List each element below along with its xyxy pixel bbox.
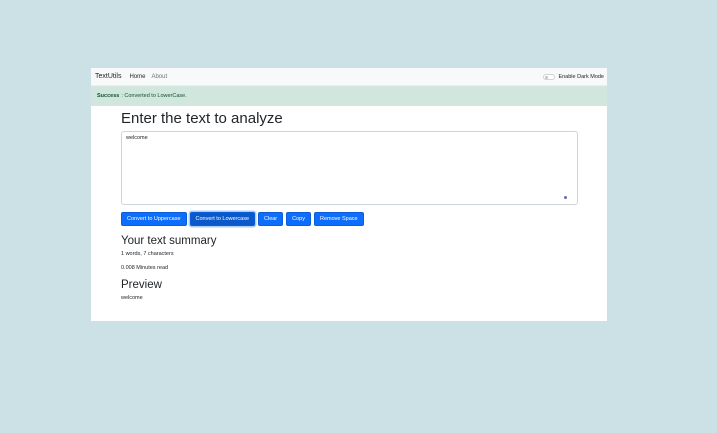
convert-uppercase-button[interactable]: Convert to Uppercase bbox=[121, 212, 187, 226]
read-time: 0.008 Minutes read bbox=[121, 265, 169, 271]
clear-button[interactable]: Clear bbox=[258, 212, 284, 226]
dark-mode-switch[interactable]: Enable Dark Mode bbox=[543, 68, 604, 86]
copy-button[interactable]: Copy bbox=[286, 212, 311, 226]
success-alert: Success : Converted to LowerCase. bbox=[91, 86, 607, 106]
app-window: TextUtils Home About Enable Dark Mode Su… bbox=[91, 68, 607, 321]
dark-mode-toggle[interactable] bbox=[543, 74, 556, 80]
action-buttons: Convert to Uppercase Convert to Lowercas… bbox=[121, 212, 578, 226]
brand-link[interactable]: TextUtils bbox=[95, 73, 121, 80]
main-container: Enter the text to analyze welcome Conver… bbox=[121, 110, 578, 301]
preview-text: welcome bbox=[121, 295, 143, 301]
summary-heading: Your text summary bbox=[121, 235, 217, 247]
toggle-knob bbox=[545, 76, 549, 79]
remove-space-button[interactable]: Remove Space bbox=[314, 212, 364, 226]
preview-heading: Preview bbox=[121, 279, 162, 291]
text-input[interactable]: welcome bbox=[121, 131, 578, 205]
nav-about-link[interactable]: About bbox=[151, 74, 167, 80]
dark-mode-label: Enable Dark Mode bbox=[558, 74, 604, 80]
page-title: Enter the text to analyze bbox=[121, 110, 283, 127]
grammar-extension-icon[interactable] bbox=[564, 196, 567, 199]
word-char-count: 1 words, 7 characters bbox=[121, 251, 174, 257]
alert-prefix: Success bbox=[97, 93, 120, 99]
alert-message: : Converted to LowerCase. bbox=[121, 93, 187, 99]
text-input-value: welcome bbox=[126, 135, 148, 141]
convert-lowercase-button[interactable]: Convert to Lowercase bbox=[189, 212, 255, 226]
navbar: TextUtils Home About Enable Dark Mode bbox=[91, 68, 607, 86]
nav-home-link[interactable]: Home bbox=[129, 74, 145, 80]
